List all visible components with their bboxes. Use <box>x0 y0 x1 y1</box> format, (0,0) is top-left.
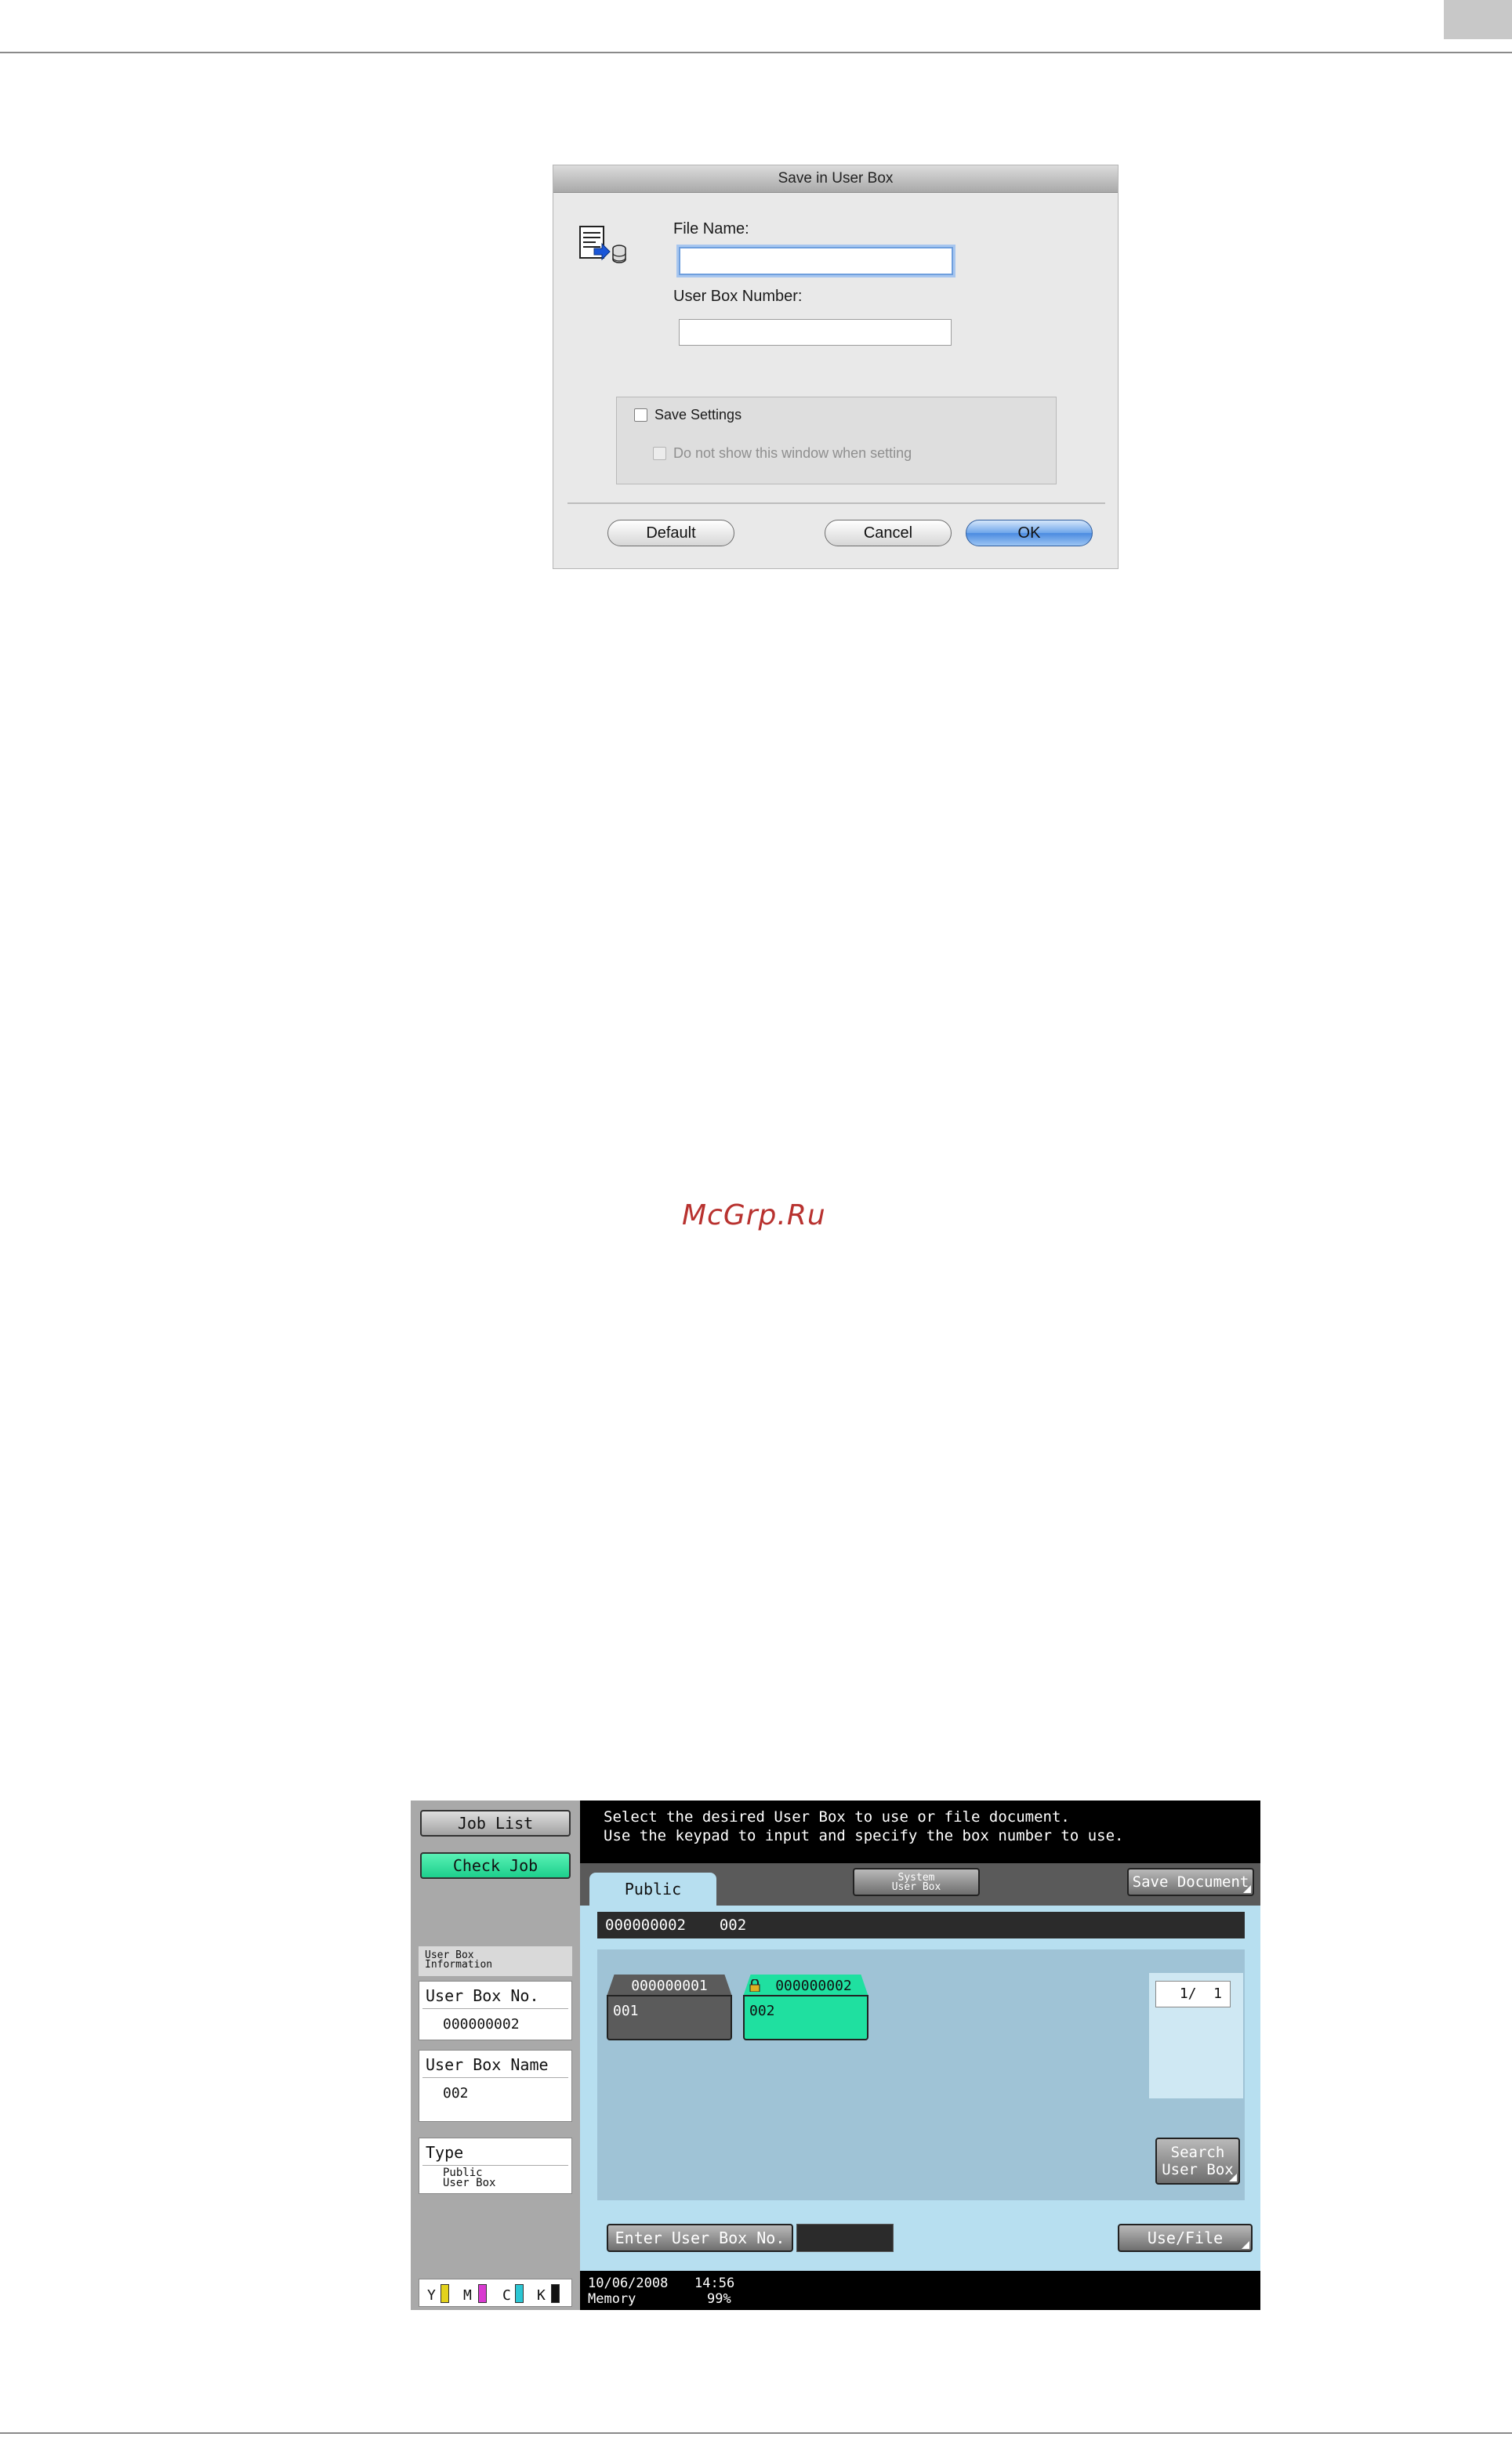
user-box-002[interactable]: 000000002 002 <box>743 1975 868 2040</box>
search-line2: User Box <box>1162 2161 1234 2178</box>
type-value: Public User Box <box>443 2167 496 2189</box>
selected-box-number: 000000002 <box>605 1917 686 1934</box>
dialog-separator <box>567 502 1105 504</box>
toner-c-bar <box>515 2284 524 2303</box>
type-value-line2: User Box <box>443 2177 496 2189</box>
corner-arrow-icon <box>1229 2174 1237 2181</box>
page-corner-tab <box>1444 0 1512 39</box>
info-rule <box>422 2077 568 2078</box>
check-job-button[interactable]: Check Job <box>420 1852 571 1879</box>
use-file-label: Use/File <box>1147 2228 1224 2247</box>
memory-label: Memory <box>588 2291 636 2307</box>
do-not-show-checkbox[interactable] <box>653 447 666 460</box>
cancel-button[interactable]: Cancel <box>825 520 952 546</box>
info-rule <box>422 2165 568 2166</box>
user-box-001[interactable]: 000000001 001 <box>607 1975 732 2040</box>
default-button[interactable]: Default <box>607 520 734 546</box>
message-line-2: Use the keypad to input and specify the … <box>604 1827 1124 1844</box>
corner-arrow-icon <box>1242 2241 1249 2249</box>
save-settings-label: Save Settings <box>654 407 742 422</box>
left-pane: Job List Check Job User Box Information … <box>411 1801 580 2310</box>
toner-m-bar <box>478 2284 487 2303</box>
footer-rule <box>0 2432 1512 2434</box>
user-box-no-label: User Box No. <box>426 1986 539 2005</box>
box-name: 002 <box>749 2003 775 2019</box>
dialog-title: Save in User Box <box>553 165 1118 193</box>
box-name: 001 <box>613 2003 639 2019</box>
toner-y-label: Y <box>427 2287 436 2304</box>
user-box-no-value: 000000002 <box>443 2016 520 2033</box>
search-user-box-button[interactable]: Search User Box <box>1155 2138 1240 2185</box>
user-box-information-header: User Box Information <box>419 1946 572 1976</box>
tab-system-user-box[interactable]: System User Box <box>853 1868 980 1896</box>
ok-button[interactable]: OK <box>966 520 1093 546</box>
toner-k-label: K <box>537 2287 546 2304</box>
page-indicator-panel: 1/ 1 <box>1149 1973 1243 2098</box>
file-name-input[interactable] <box>679 247 953 275</box>
save-settings-checkbox[interactable] <box>634 408 647 422</box>
status-time: 14:56 <box>694 2276 735 2291</box>
message-line-1: Select the desired User Box to use or fi… <box>604 1808 1070 1826</box>
save-document-button[interactable]: Save Document <box>1127 1868 1254 1896</box>
search-line1: Search <box>1170 2144 1225 2161</box>
job-list-button[interactable]: Job List <box>420 1810 571 1837</box>
toner-level-indicator: Y M C K <box>419 2279 572 2307</box>
corner-arrow-icon <box>1243 1885 1251 1893</box>
system-tab-line2: User Box <box>891 1881 941 1893</box>
info-rule <box>422 2008 568 2009</box>
selected-box-bar: 000000002 002 <box>597 1912 1245 1938</box>
box-number-entry-field[interactable] <box>796 2224 894 2252</box>
user-box-name-value: 002 <box>443 2085 469 2102</box>
save-in-user-box-dialog: Save in User Box File Name: User Box Num… <box>553 165 1119 569</box>
user-box-name-label: User Box Name <box>426 2055 549 2074</box>
selected-box-name: 002 <box>719 1917 747 1934</box>
toner-m-label: M <box>463 2287 472 2304</box>
do-not-show-label: Do not show this window when setting <box>673 445 912 461</box>
page-indicator: 1/ 1 <box>1155 1981 1231 2007</box>
use-file-button[interactable]: Use/File <box>1118 2224 1253 2252</box>
type-label: Type <box>426 2143 464 2162</box>
box-number: 000000002 <box>775 1978 852 1994</box>
toner-c-label: C <box>502 2287 511 2304</box>
save-to-box-icon <box>577 222 629 269</box>
save-document-label: Save Document <box>1132 1873 1249 1891</box>
status-bar: 10/06/2008 14:56 Memory 99% <box>580 2271 1260 2310</box>
watermark-text: McGrp.Ru <box>682 1199 826 1231</box>
enter-user-box-no-button[interactable]: Enter User Box No. <box>607 2224 793 2252</box>
tab-public[interactable]: Public <box>589 1873 716 1907</box>
status-date: 10/06/2008 <box>588 2276 669 2291</box>
user-box-number-input[interactable] <box>679 319 952 346</box>
type-field: Type Public User Box <box>419 2138 572 2194</box>
memory-value: 99% <box>707 2291 731 2307</box>
instruction-message: Select the desired User Box to use or fi… <box>580 1801 1260 1863</box>
box-number: 000000001 <box>631 1978 708 1994</box>
settings-group: Save Settings Do not show this window wh… <box>616 397 1057 484</box>
user-box-number-label: User Box Number: <box>673 288 803 305</box>
user-box-panel: Job List Check Job User Box Information … <box>411 1801 1260 2310</box>
file-name-label: File Name: <box>673 220 749 238</box>
toner-y-bar <box>441 2284 449 2303</box>
toner-k-bar <box>551 2284 560 2303</box>
header-rule <box>0 52 1512 53</box>
user-box-name-field: User Box Name 002 <box>419 2050 572 2122</box>
user-box-no-field: User Box No. 000000002 <box>419 1981 572 2040</box>
info-header-line2: Information <box>425 1959 493 1971</box>
